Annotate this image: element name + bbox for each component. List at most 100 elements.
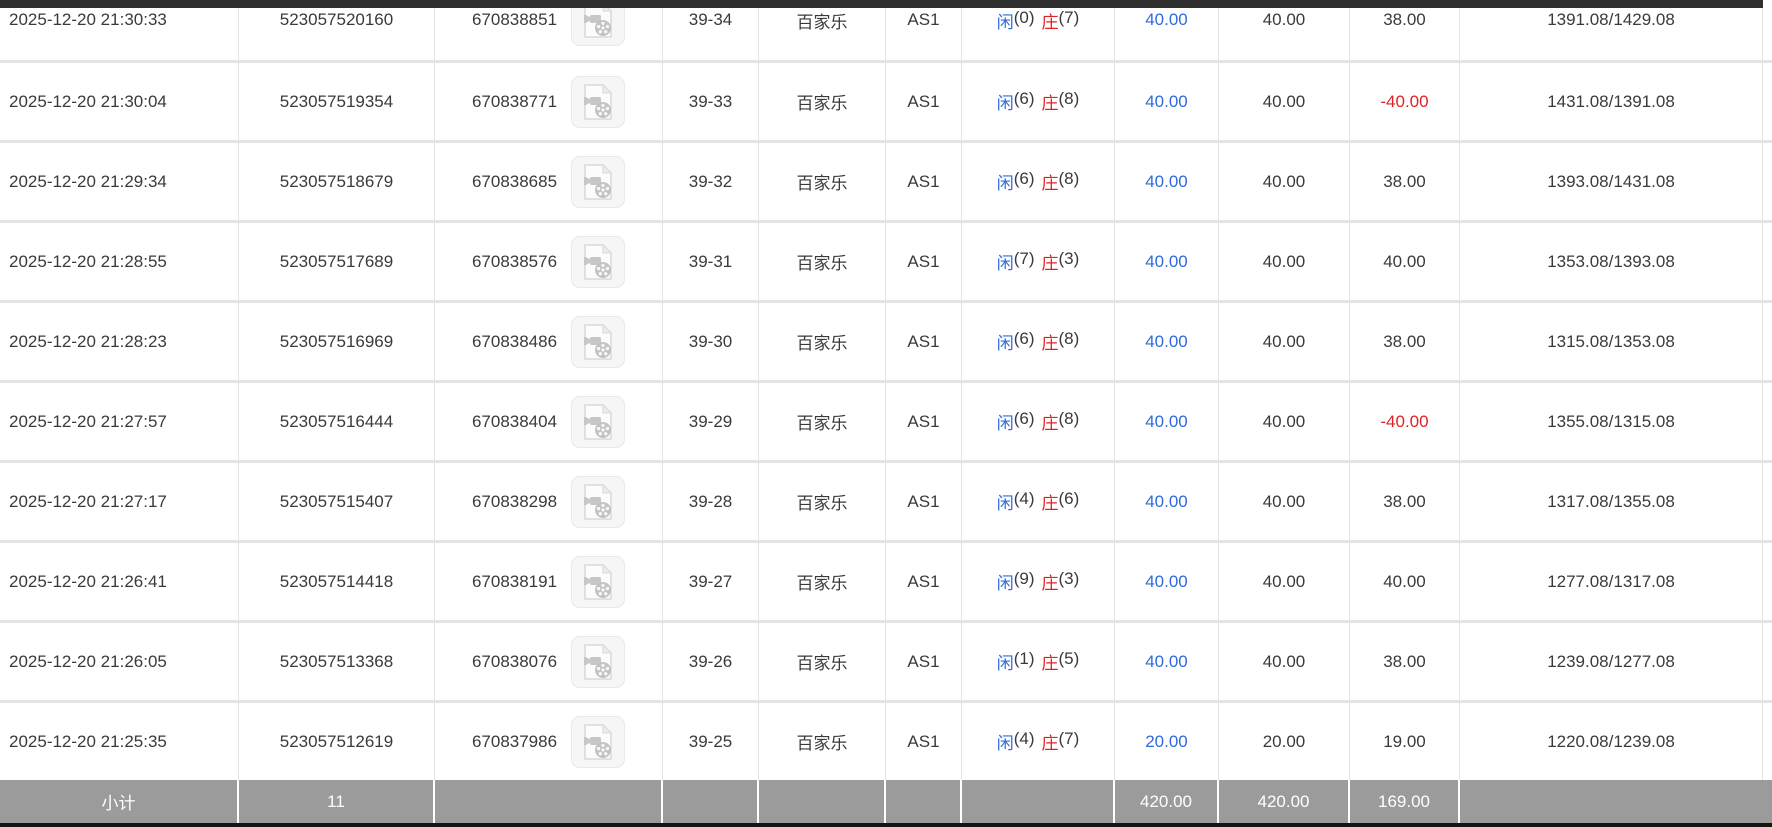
video-replay-button[interactable] bbox=[571, 556, 625, 608]
win-loss: 19.00 bbox=[1350, 703, 1460, 780]
banker-result: 庄(3) bbox=[1042, 569, 1080, 594]
player-label: 闲 bbox=[997, 249, 1014, 274]
banker-result: 庄(3) bbox=[1042, 249, 1080, 274]
video-replay-button[interactable] bbox=[571, 476, 625, 528]
video-replay-icon bbox=[583, 484, 613, 520]
win-loss: 38.00 bbox=[1350, 623, 1460, 700]
game-result: 闲(4) 庄(7) bbox=[962, 703, 1115, 780]
table-name: AS1 bbox=[886, 223, 962, 300]
table-row: 2025-12-20 21:27:17 523057515407 6708382… bbox=[0, 460, 1772, 540]
game-number: 670838851 bbox=[472, 10, 557, 30]
bet-amount-link[interactable]: 40.00 bbox=[1115, 0, 1219, 60]
banker-score: (7) bbox=[1059, 729, 1080, 754]
video-replay-button[interactable] bbox=[571, 636, 625, 688]
balance: 1239.08/1277.08 bbox=[1460, 623, 1763, 700]
subtotal-empty bbox=[1460, 780, 1772, 823]
valid-amount: 40.00 bbox=[1219, 383, 1350, 460]
table-name: AS1 bbox=[886, 463, 962, 540]
table-row: 2025-12-20 21:26:41 523057514418 6708381… bbox=[0, 540, 1772, 620]
banker-result: 庄(5) bbox=[1042, 649, 1080, 674]
game-number: 670838298 bbox=[472, 492, 557, 512]
balance: 1220.08/1239.08 bbox=[1460, 703, 1763, 780]
banker-result: 庄(7) bbox=[1042, 729, 1080, 754]
game-result: 闲(9) 庄(3) bbox=[962, 543, 1115, 620]
bet-amount-link[interactable]: 40.00 bbox=[1115, 303, 1219, 380]
video-replay-icon bbox=[583, 164, 613, 200]
banker-result: 庄(7) bbox=[1042, 8, 1080, 33]
edge-sliver bbox=[1763, 303, 1772, 380]
win-loss: -40.00 bbox=[1350, 63, 1460, 140]
banker-label: 庄 bbox=[1042, 729, 1059, 754]
game-type: 百家乐 bbox=[759, 703, 886, 780]
game-number-cell: 670838404 bbox=[435, 383, 663, 460]
banker-score: (8) bbox=[1059, 89, 1080, 114]
subtotal-count: 11 bbox=[239, 780, 435, 823]
player-label: 闲 bbox=[997, 729, 1014, 754]
valid-amount: 40.00 bbox=[1219, 63, 1350, 140]
banker-score: (3) bbox=[1059, 249, 1080, 274]
game-type: 百家乐 bbox=[759, 623, 886, 700]
table-name: AS1 bbox=[886, 63, 962, 140]
win-loss: -40.00 bbox=[1350, 383, 1460, 460]
video-replay-button[interactable] bbox=[571, 156, 625, 208]
subtotal-empty bbox=[663, 780, 759, 823]
bet-time: 2025-12-20 21:30:04 bbox=[0, 63, 239, 140]
game-number-cell: 670838576 bbox=[435, 223, 663, 300]
bet-amount-link[interactable]: 40.00 bbox=[1115, 143, 1219, 220]
round-number: 39-29 bbox=[663, 383, 759, 460]
player-label: 闲 bbox=[997, 489, 1014, 514]
game-type: 百家乐 bbox=[759, 223, 886, 300]
video-replay-button[interactable] bbox=[571, 76, 625, 128]
video-replay-button[interactable] bbox=[571, 236, 625, 288]
table-name: AS1 bbox=[886, 543, 962, 620]
video-replay-icon bbox=[583, 244, 613, 280]
player-score: (6) bbox=[1014, 169, 1035, 194]
player-result: 闲(4) bbox=[997, 489, 1035, 514]
bet-time: 2025-12-20 21:30:33 bbox=[0, 0, 239, 60]
valid-amount: 40.00 bbox=[1219, 143, 1350, 220]
subtotal-bet-total: 420.00 bbox=[1115, 780, 1219, 823]
video-replay-icon bbox=[583, 404, 613, 440]
bet-number: 523057518679 bbox=[239, 143, 435, 220]
bet-time: 2025-12-20 21:29:34 bbox=[0, 143, 239, 220]
balance: 1393.08/1431.08 bbox=[1460, 143, 1763, 220]
banker-label: 庄 bbox=[1042, 169, 1059, 194]
subtotal-empty bbox=[886, 780, 962, 823]
video-replay-button[interactable] bbox=[571, 316, 625, 368]
bet-amount-link[interactable]: 40.00 bbox=[1115, 383, 1219, 460]
bet-amount-link[interactable]: 40.00 bbox=[1115, 623, 1219, 700]
bet-amount-link[interactable]: 40.00 bbox=[1115, 223, 1219, 300]
banker-result: 庄(8) bbox=[1042, 409, 1080, 434]
game-result: 闲(4) 庄(6) bbox=[962, 463, 1115, 540]
banker-score: (8) bbox=[1059, 329, 1080, 354]
banker-label: 庄 bbox=[1042, 649, 1059, 674]
video-replay-button[interactable] bbox=[571, 716, 625, 768]
subtotal-valid-total: 420.00 bbox=[1219, 780, 1350, 823]
video-replay-icon bbox=[583, 324, 613, 360]
game-type: 百家乐 bbox=[759, 143, 886, 220]
bet-amount-link[interactable]: 20.00 bbox=[1115, 703, 1219, 780]
video-replay-button[interactable] bbox=[571, 396, 625, 448]
bet-amount-link[interactable]: 40.00 bbox=[1115, 63, 1219, 140]
player-result: 闲(6) bbox=[997, 329, 1035, 354]
subtotal-row: 小计 11 420.00 420.00 169.00 bbox=[0, 780, 1772, 823]
edge-sliver bbox=[1763, 0, 1772, 60]
banker-label: 庄 bbox=[1042, 8, 1059, 33]
table-row: 2025-12-20 21:30:04 523057519354 6708387… bbox=[0, 60, 1772, 140]
player-score: (1) bbox=[1014, 649, 1035, 674]
game-type: 百家乐 bbox=[759, 463, 886, 540]
bet-time: 2025-12-20 21:27:17 bbox=[0, 463, 239, 540]
bet-amount-link[interactable]: 40.00 bbox=[1115, 463, 1219, 540]
bet-amount-link[interactable]: 40.00 bbox=[1115, 543, 1219, 620]
player-result: 闲(9) bbox=[997, 569, 1035, 594]
edge-sliver bbox=[1763, 383, 1772, 460]
game-result: 闲(6) 庄(8) bbox=[962, 383, 1115, 460]
banker-label: 庄 bbox=[1042, 249, 1059, 274]
player-label: 闲 bbox=[997, 649, 1014, 674]
subtotal-winloss-total: 169.00 bbox=[1350, 780, 1460, 823]
player-result: 闲(6) bbox=[997, 409, 1035, 434]
table-row: 2025-12-20 21:29:34 523057518679 6708386… bbox=[0, 140, 1772, 220]
game-type: 百家乐 bbox=[759, 383, 886, 460]
banker-label: 庄 bbox=[1042, 569, 1059, 594]
balance: 1391.08/1429.08 bbox=[1460, 0, 1763, 60]
